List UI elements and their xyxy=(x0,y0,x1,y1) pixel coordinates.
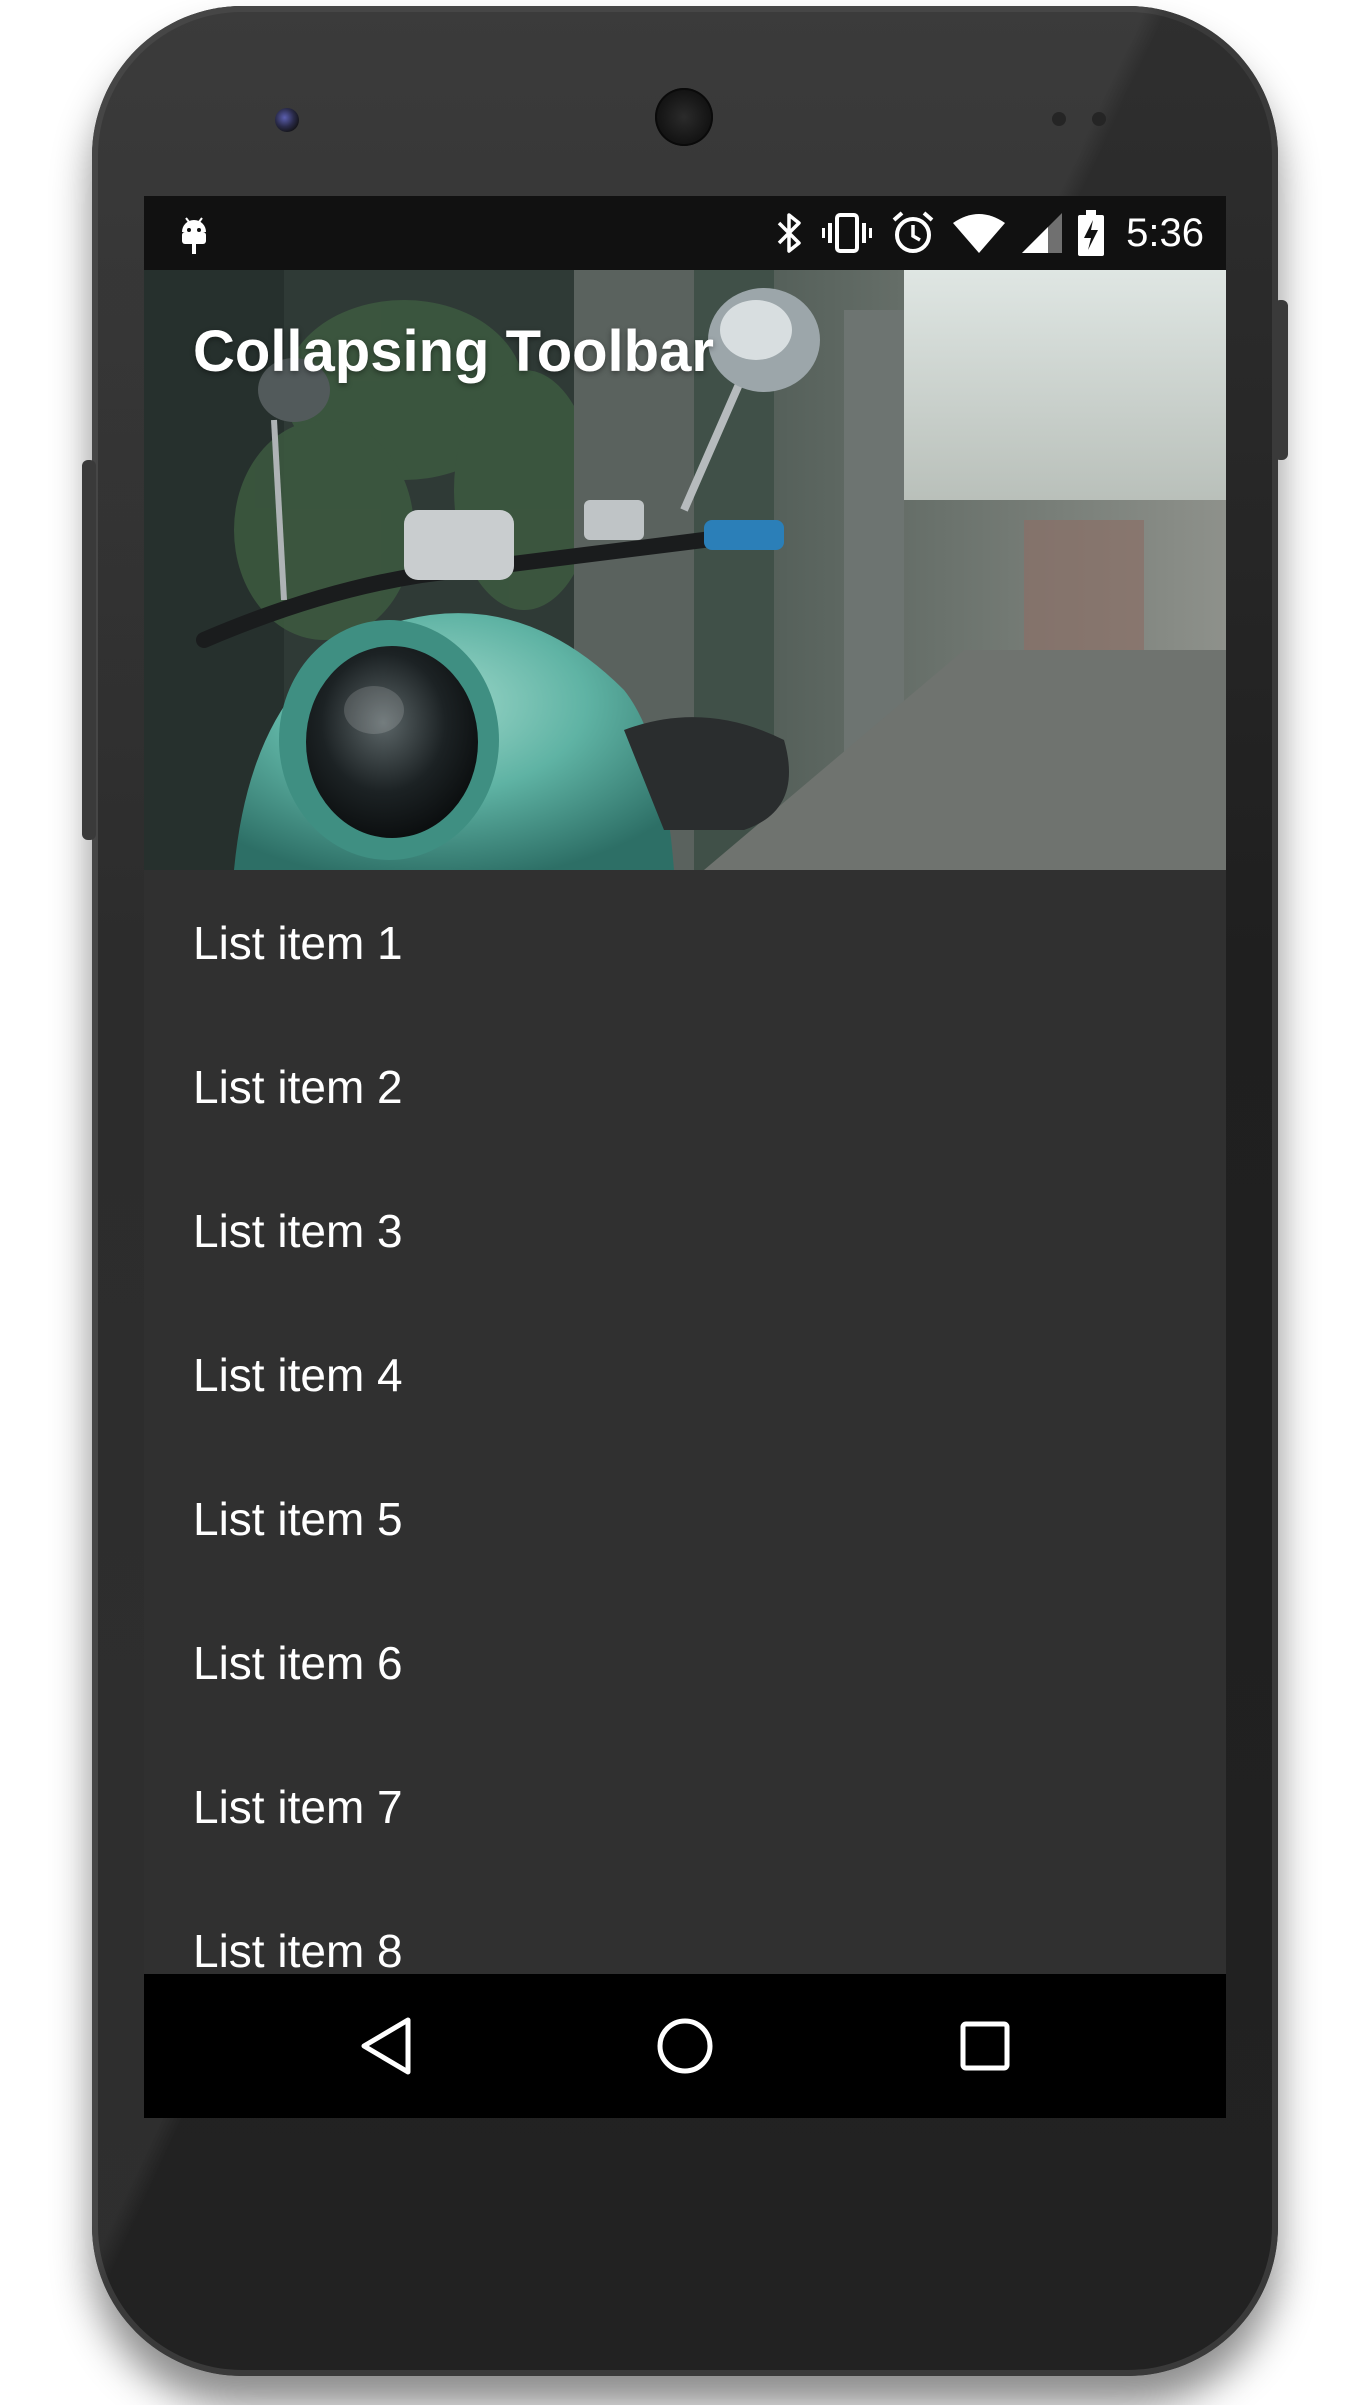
vibrate-icon xyxy=(822,213,873,253)
bluetooth-icon xyxy=(777,213,801,253)
earpiece-speaker xyxy=(655,88,713,146)
signal-icon xyxy=(1022,213,1063,253)
list-item[interactable]: List item 4 xyxy=(144,1302,1226,1446)
list-item-label: List item 3 xyxy=(193,1205,403,1257)
status-bar: 5:36 xyxy=(144,196,1226,270)
list-item-label: List item 8 xyxy=(193,1925,403,1977)
alarm-icon xyxy=(892,211,934,253)
list-item-label: List item 5 xyxy=(193,1493,403,1545)
list-item-label: List item 1 xyxy=(193,917,403,969)
toolbar-title: Collapsing Toolbar xyxy=(193,319,714,384)
list-item[interactable]: List item 7 xyxy=(144,1734,1226,1878)
item-list: List item 1 List item 2 List item 3 List… xyxy=(144,870,1226,2022)
recents-icon[interactable] xyxy=(949,2010,1021,2082)
list-item[interactable]: List item 6 xyxy=(144,1590,1226,1734)
home-icon[interactable] xyxy=(649,2010,721,2082)
proximity-sensor xyxy=(1052,112,1066,126)
wifi-icon xyxy=(953,214,1006,253)
screen: 5:36 Collapsing Toolbar List item 1 List… xyxy=(144,196,1226,2118)
android-debug-icon xyxy=(182,217,206,254)
list-item-label: List item 2 xyxy=(193,1061,403,1113)
front-camera xyxy=(275,108,299,132)
status-time: 5:36 xyxy=(1126,210,1204,255)
back-icon[interactable] xyxy=(350,2010,422,2082)
list-item[interactable]: List item 2 xyxy=(144,1014,1226,1158)
list-item[interactable]: List item 5 xyxy=(144,1446,1226,1590)
navigation-bar xyxy=(144,1974,1226,2118)
collapsing-header: Collapsing Toolbar xyxy=(144,270,1226,870)
battery-charging-icon xyxy=(1078,210,1105,256)
power-button xyxy=(1274,300,1288,460)
list-item-label: List item 6 xyxy=(193,1637,403,1689)
list-item-label: List item 7 xyxy=(193,1781,403,1833)
volume-button xyxy=(82,460,96,840)
list-item[interactable]: List item 3 xyxy=(144,1158,1226,1302)
light-sensor xyxy=(1092,112,1106,126)
list-item[interactable]: List item 1 xyxy=(144,870,1226,1014)
list-item-label: List item 4 xyxy=(193,1349,403,1401)
